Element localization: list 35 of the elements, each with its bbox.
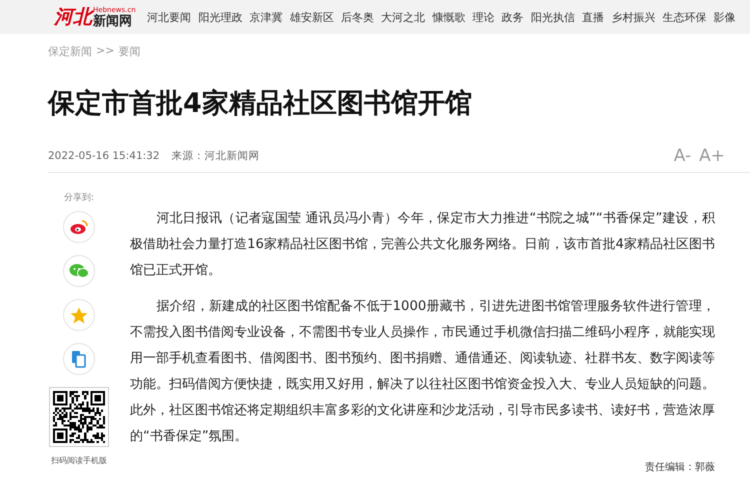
qr-code-icon	[53, 391, 105, 443]
article-source: 来源：河北新闻网	[172, 149, 260, 163]
article-paragraph: 河北日报讯（记者寇国莹 通讯员冯小青）今年，保定市大力推进“书院之城”“书香保定”建设，积极借助社会力量打造16家精品社区图书馆，完善公共文化服务网络。日前，该市首批4家精品社区图书馆已正式开馆。	[130, 210, 715, 280]
logo-mark: 河北	[54, 5, 92, 30]
nav-link[interactable]: 政务	[498, 10, 528, 24]
editor-credit: 责任编辑：郭薇	[645, 462, 715, 473]
devices-icon	[71, 350, 87, 368]
nav-link[interactable]: 大河之北	[378, 10, 429, 24]
article-title: 保定市首批4家精品社区图书馆开馆	[48, 87, 473, 121]
logo-name: 新闻网	[93, 14, 132, 28]
star-icon	[70, 306, 88, 324]
nav-link[interactable]: 生态环保	[658, 10, 710, 24]
nav-link[interactable]: 雄安新区	[286, 10, 338, 24]
wechat-icon	[69, 263, 89, 279]
nav-link[interactable]: 理论	[468, 10, 498, 24]
share-button[interactable]	[63, 255, 95, 287]
nav-link[interactable]: 慷慨歌	[428, 10, 469, 24]
nav-link[interactable]: 河北要闻	[144, 10, 195, 24]
share-button[interactable]	[63, 211, 95, 243]
nav-link[interactable]: 后冬奥	[337, 10, 378, 24]
article-paragraph: 据介绍，新建成的社区图书馆配备不低于1000册藏书，引进先进图书馆管理服务软件进行管理，不需投入图书借阅专业设备，不需图书专业人员操作，市民通过手机微信扫描二维码小程序，就能实现用一部手机查看图书、借阅图书、图书预约、图书捐赠、通借通还、阅读轨迹、社群书友、数字阅读等功能。扫码借阅方便快捷，既实用又好用，解决了以往社区图书馆资金投入大、专业人员短缺的问题。此外，社区图书馆还将定期组织丰富多彩的文化讲座和沙龙活动，引导市民多读书、读好书，营造浓厚的“书香保定”氛围。	[130, 298, 715, 446]
publish-time: 2022-05-16 15:41:32	[48, 150, 160, 162]
nav-link[interactable]: 京津冀	[246, 10, 286, 24]
nav-link[interactable]: 阳光理政	[194, 10, 246, 24]
nav-link[interactable]: 影像	[710, 10, 740, 24]
share-button[interactable]	[63, 343, 95, 375]
qr-caption: 扫码阅读手机版	[51, 455, 107, 466]
breadcrumb-item: 要闻	[118, 44, 140, 59]
share-label: 分享到:	[64, 192, 94, 204]
breadcrumb-item: >>	[96, 44, 114, 59]
breadcrumb-item: 保定新闻	[48, 44, 92, 59]
nav-link[interactable]: 直播	[578, 10, 608, 24]
weibo-icon	[70, 219, 88, 235]
nav-link[interactable]: 阳光执信	[527, 10, 579, 24]
nav-link[interactable]: 乡村振兴	[608, 10, 659, 24]
